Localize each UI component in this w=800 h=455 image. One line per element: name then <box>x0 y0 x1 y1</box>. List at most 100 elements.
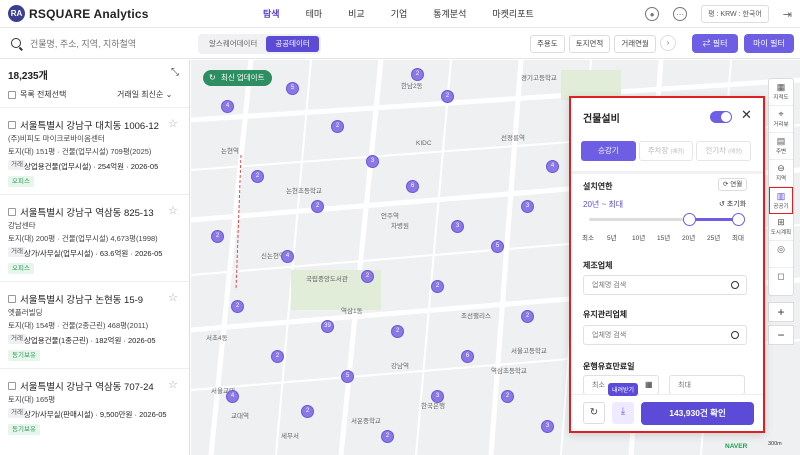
list-item[interactable]: 서울특별시 강남구 역삼동 825-13 ☆ 강남센타 토지(대) 200평 ·… <box>0 194 189 276</box>
nav-explore[interactable]: 탐색 <box>250 0 293 28</box>
manufacturer-search-input[interactable] <box>583 275 747 295</box>
map-cluster-marker[interactable]: 39 <box>321 320 334 333</box>
map-cluster-marker[interactable]: 5 <box>491 240 504 253</box>
map-place-label: 논현초등학교 <box>286 188 322 195</box>
checkbox-icon[interactable] <box>8 90 16 99</box>
tool-street-view[interactable]: ⌖ 거리뷰 <box>769 106 793 133</box>
public-data-tab[interactable]: 공공데이터 <box>266 36 319 52</box>
map-cluster-marker[interactable]: 2 <box>231 300 244 313</box>
tool-elevator[interactable]: ▥ 공공기 <box>769 187 793 214</box>
expiry-to-input[interactable] <box>669 375 745 395</box>
map-cluster-marker[interactable]: 2 <box>501 390 514 403</box>
map-cluster-marker[interactable]: 3 <box>366 155 379 168</box>
maintenance-search-input[interactable] <box>583 325 747 345</box>
filter-chip-trade-month[interactable]: 거래연월 <box>614 35 656 53</box>
map-cluster-marker[interactable]: 2 <box>361 270 374 283</box>
zoom-out-button[interactable]: − <box>768 325 794 345</box>
map-cluster-marker[interactable]: 3 <box>451 220 464 233</box>
logout-icon[interactable]: ⇥ <box>783 8 792 21</box>
map-cluster-marker[interactable]: 5 <box>286 82 299 95</box>
my-filter-button[interactable]: 마이 필터 <box>744 34 794 53</box>
tab-ev[interactable]: 전기차 (예정) <box>696 141 752 161</box>
tool-cadastral[interactable]: ▦ 지적도 <box>769 79 793 106</box>
map-cluster-marker[interactable]: 4 <box>546 160 559 173</box>
star-icon[interactable]: ☆ <box>168 117 178 130</box>
install-age-slider[interactable] <box>589 213 745 226</box>
map-cluster-marker[interactable]: 2 <box>271 350 284 363</box>
panel-toggle[interactable] <box>710 111 732 123</box>
select-all[interactable]: 목록 전체선택 <box>8 89 66 100</box>
list-item[interactable]: 서울특별시 강남구 대치동 1006-12 ☆ (주)비피도 마이크로바이옴센터… <box>0 107 189 189</box>
filter-chip-land-area[interactable]: 토지면적 <box>568 35 611 53</box>
star-icon[interactable]: ☆ <box>168 291 178 304</box>
expand-icon[interactable]: ⤡ <box>171 67 179 78</box>
confirm-button[interactable]: 143,930건 확인 <box>641 402 754 425</box>
map-cluster-marker[interactable]: 2 <box>381 430 394 443</box>
nav-compare[interactable]: 비교 <box>335 0 378 28</box>
star-icon[interactable]: ☆ <box>168 378 178 391</box>
map-cluster-marker[interactable]: 6 <box>406 180 419 193</box>
year-month-toggle[interactable]: ⟳ 연월 <box>718 178 748 191</box>
nav-company[interactable]: 기업 <box>378 0 421 28</box>
filter-chip-main-use[interactable]: 주용도 <box>530 35 565 53</box>
map-place-label: 서울고등학교 <box>511 348 547 355</box>
nav-statistics[interactable]: 통계분석 <box>420 0 479 28</box>
map-cluster-marker[interactable]: 3 <box>541 420 554 433</box>
map-cluster-marker[interactable]: 2 <box>441 90 454 103</box>
nav-theme[interactable]: 테마 <box>293 0 336 28</box>
search-input[interactable] <box>30 35 190 53</box>
app-logo[interactable]: RA RSQUARE Analytics <box>8 5 149 22</box>
map-cluster-marker[interactable]: 4 <box>281 250 294 263</box>
search-icon[interactable] <box>731 281 739 289</box>
map-cluster-marker[interactable]: 2 <box>411 68 424 81</box>
map-cluster-marker[interactable]: 5 <box>341 370 354 383</box>
refresh-icon[interactable]: ↻ <box>583 402 605 424</box>
list-item[interactable]: 서울특별시 강남구 논현동 15-9 ☆ 엣플러빌딩 토지(대) 154평 · … <box>0 281 189 363</box>
filter-button[interactable]: ⇄ 필터 <box>692 34 738 53</box>
checkbox-icon[interactable] <box>8 295 16 303</box>
tab-parking[interactable]: 주차장 (예정) <box>638 141 694 161</box>
zoom-in-button[interactable]: + <box>768 302 794 322</box>
slider-handle-min[interactable] <box>683 213 696 226</box>
map-cluster-marker[interactable]: 2 <box>251 170 264 183</box>
nav-market-report[interactable]: 마켓리포트 <box>479 0 546 28</box>
star-icon[interactable]: ☆ <box>168 204 178 217</box>
slider-handle-max[interactable] <box>732 213 745 226</box>
checkbox-icon[interactable] <box>8 208 16 216</box>
list-item[interactable]: 서울특별시 강남구 역삼동 707-24 ☆ 토지(대) 165평 거래 상가/… <box>0 368 189 455</box>
locale-selector[interactable]: 평 : KRW : 한국어 <box>701 5 769 23</box>
checkbox-icon[interactable] <box>8 121 16 129</box>
map-cluster-marker[interactable]: 4 <box>221 100 234 113</box>
close-icon[interactable]: ✕ <box>741 107 752 123</box>
install-range-value: 20년 ~ 최대 <box>583 200 624 209</box>
search-icon[interactable] <box>731 331 739 339</box>
map-cluster-marker[interactable]: 2 <box>211 230 224 243</box>
map-cluster-marker[interactable]: 2 <box>311 200 324 213</box>
sort-dropdown[interactable]: 거래일 최신순 ⌄ <box>117 89 172 100</box>
map-cluster-marker[interactable]: 4 <box>226 390 239 403</box>
map-cluster-marker[interactable]: 2 <box>521 310 534 323</box>
slider-tick-label: 최소 <box>582 235 594 242</box>
checkbox-icon[interactable] <box>8 382 16 390</box>
tool-region[interactable]: ⊖ 지역 <box>769 160 793 187</box>
chevron-right-icon[interactable]: › <box>659 35 676 51</box>
map-cluster-marker[interactable]: 2 <box>331 120 344 133</box>
map-cluster-marker[interactable]: 2 <box>431 280 444 293</box>
tool-measure[interactable]: ◎ <box>769 241 793 268</box>
tool-urban-plan[interactable]: ⊞ 도시계획 <box>769 214 793 241</box>
rsquare-data-tab[interactable]: 알스퀘어데이터 <box>200 36 266 52</box>
calendar-icon[interactable]: ▦ <box>645 380 653 389</box>
map-cluster-marker[interactable]: 2 <box>301 405 314 418</box>
reset-button[interactable]: ↺ 초기화 <box>719 199 746 209</box>
tab-elevator[interactable]: 승강기 <box>581 141 636 161</box>
latest-update-button[interactable]: 최신 업데이트 <box>203 70 273 86</box>
more-icon[interactable]: ⋯ <box>673 7 688 21</box>
map-cluster-marker[interactable]: 3 <box>521 200 534 213</box>
tool-area[interactable]: ◻ <box>769 268 793 295</box>
tool-nearby[interactable]: ▤ 주변 <box>769 133 793 160</box>
map-cluster-marker[interactable]: 2 <box>391 325 404 338</box>
map-cluster-marker[interactable]: 3 <box>431 390 444 403</box>
map-cluster-marker[interactable]: 6 <box>461 350 474 363</box>
user-icon[interactable]: ● <box>645 7 660 21</box>
download-button[interactable]: ⤓ <box>612 402 634 424</box>
